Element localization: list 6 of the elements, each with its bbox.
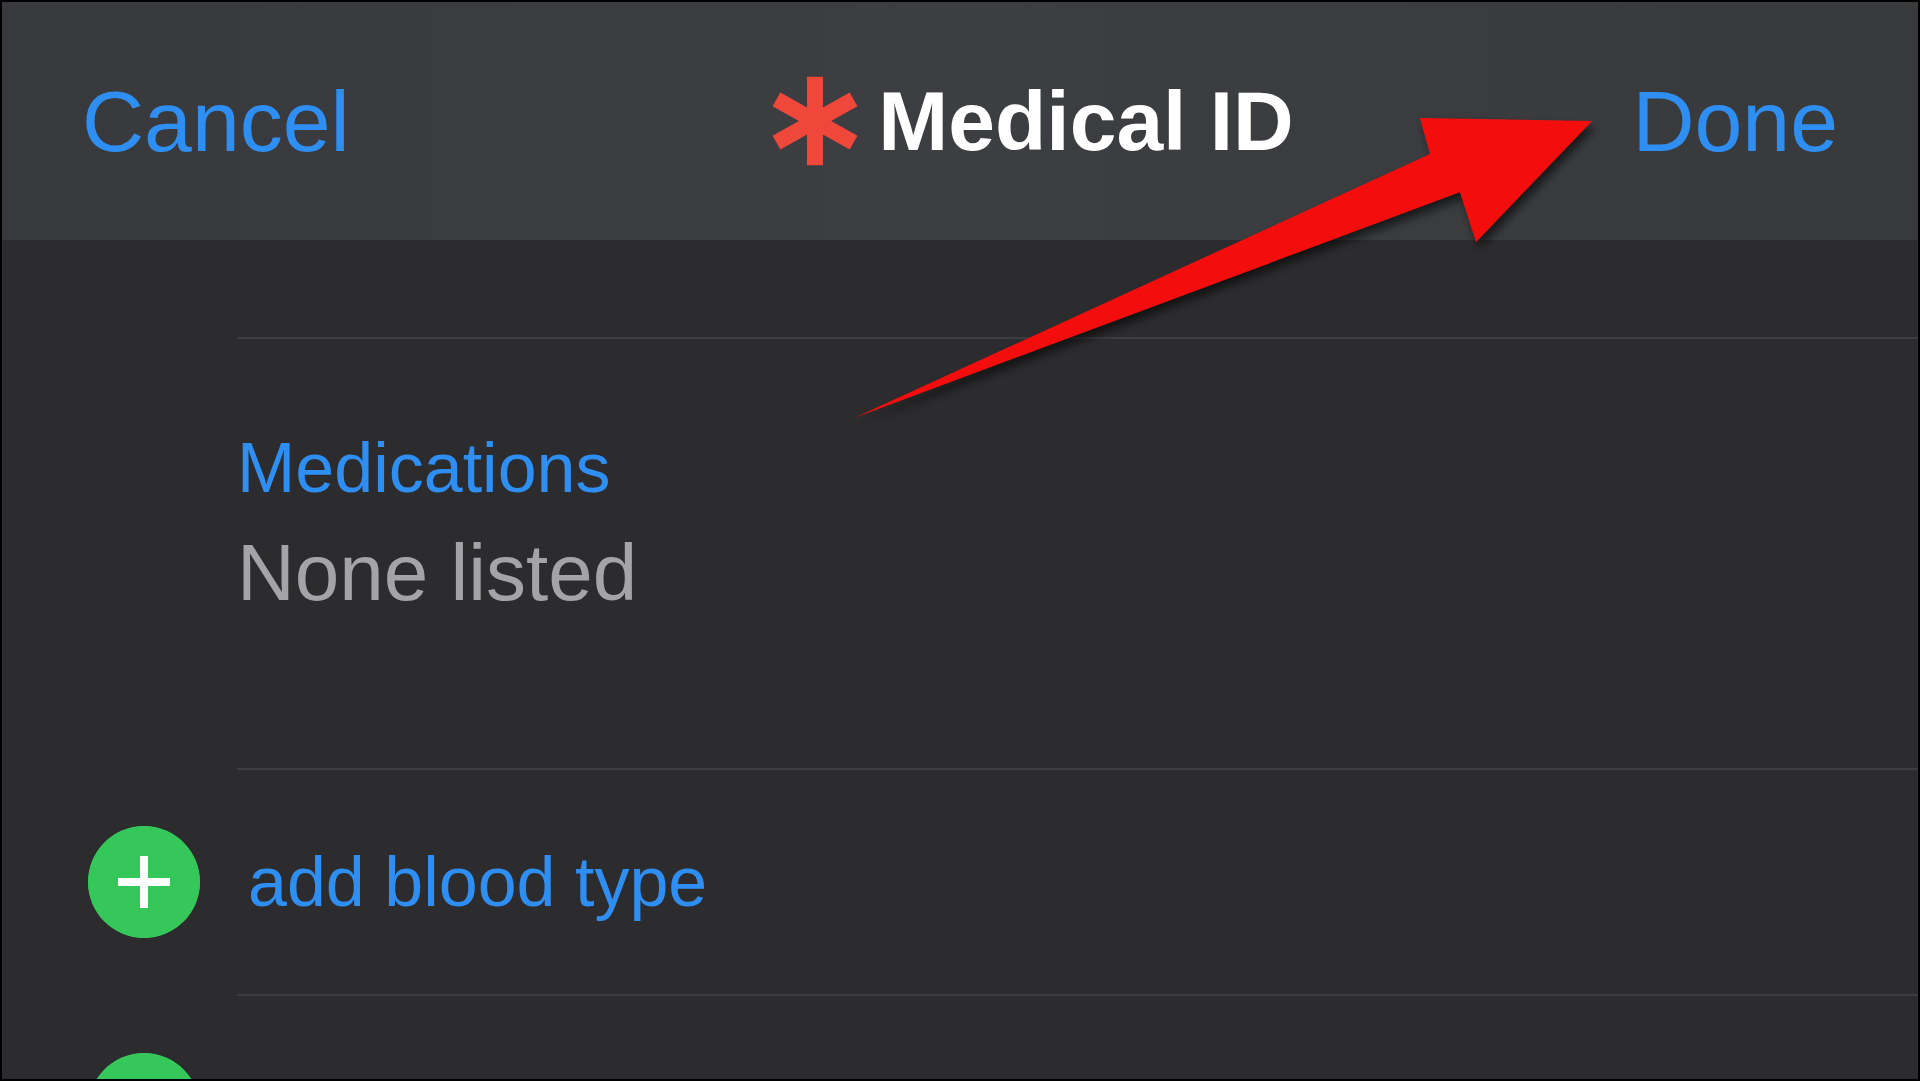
field-value: None listed	[237, 529, 639, 617]
add-blood-type-link[interactable]: add blood type	[248, 843, 708, 921]
field-label: Medications	[237, 430, 612, 507]
done-button[interactable]: Done	[1632, 78, 1838, 164]
cancel-button[interactable]: Cancel	[82, 78, 350, 164]
screen-title: Medical ID	[878, 79, 1294, 163]
